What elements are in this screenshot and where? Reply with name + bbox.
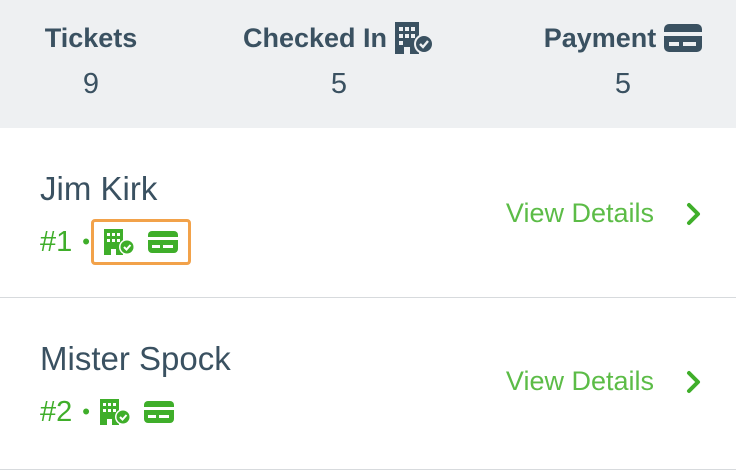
status-icons xyxy=(99,398,174,426)
payment-count: 5 xyxy=(614,68,632,100)
summary-bar: Tickets 9 Checked In 5 Payment 5 xyxy=(0,0,736,128)
view-details-link[interactable]: View Details xyxy=(506,366,702,397)
attendee-name: Jim Kirk xyxy=(40,170,158,207)
building-check-icon xyxy=(103,228,136,256)
ticket-number: #1 xyxy=(40,225,73,258)
view-details-link[interactable]: View Details xyxy=(506,198,702,229)
chevron-right-icon xyxy=(686,202,702,226)
checked-in-label-text: Checked In xyxy=(242,22,388,53)
building-check-icon xyxy=(395,20,435,56)
separator-dot: • xyxy=(82,399,90,424)
checked-in-label: Checked In xyxy=(236,20,442,56)
checked-in-stat: Checked In 5 xyxy=(236,20,442,101)
attendee-name: Mister Spock xyxy=(40,340,231,377)
view-details-label: View Details xyxy=(505,198,654,228)
tickets-stat: Tickets 9 xyxy=(40,20,142,101)
attendee-row[interactable]: Jim Kirk #1 • View Details xyxy=(0,128,736,298)
payment-stat: Payment 5 xyxy=(535,20,711,101)
credit-card-icon xyxy=(143,401,174,423)
attendee-row[interactable]: Mister Spock #2 • View Details xyxy=(0,298,736,470)
tickets-label-text: Tickets xyxy=(44,22,138,53)
credit-card-icon xyxy=(664,24,703,52)
tickets-label: Tickets xyxy=(40,20,142,56)
building-check-icon xyxy=(99,398,132,426)
tickets-count: 9 xyxy=(82,68,100,100)
status-icons-highlighted xyxy=(90,219,191,265)
payment-label: Payment xyxy=(535,20,711,56)
attendee-meta: #1 • xyxy=(40,219,191,265)
checked-in-count: 5 xyxy=(330,68,348,100)
separator-dot: • xyxy=(82,229,90,254)
credit-card-icon xyxy=(147,231,178,253)
chevron-right-icon xyxy=(686,370,702,394)
view-details-label: View Details xyxy=(505,366,654,396)
ticket-number: #2 xyxy=(40,395,73,428)
payment-label-text: Payment xyxy=(543,22,657,53)
attendee-meta: #2 • xyxy=(40,394,174,430)
